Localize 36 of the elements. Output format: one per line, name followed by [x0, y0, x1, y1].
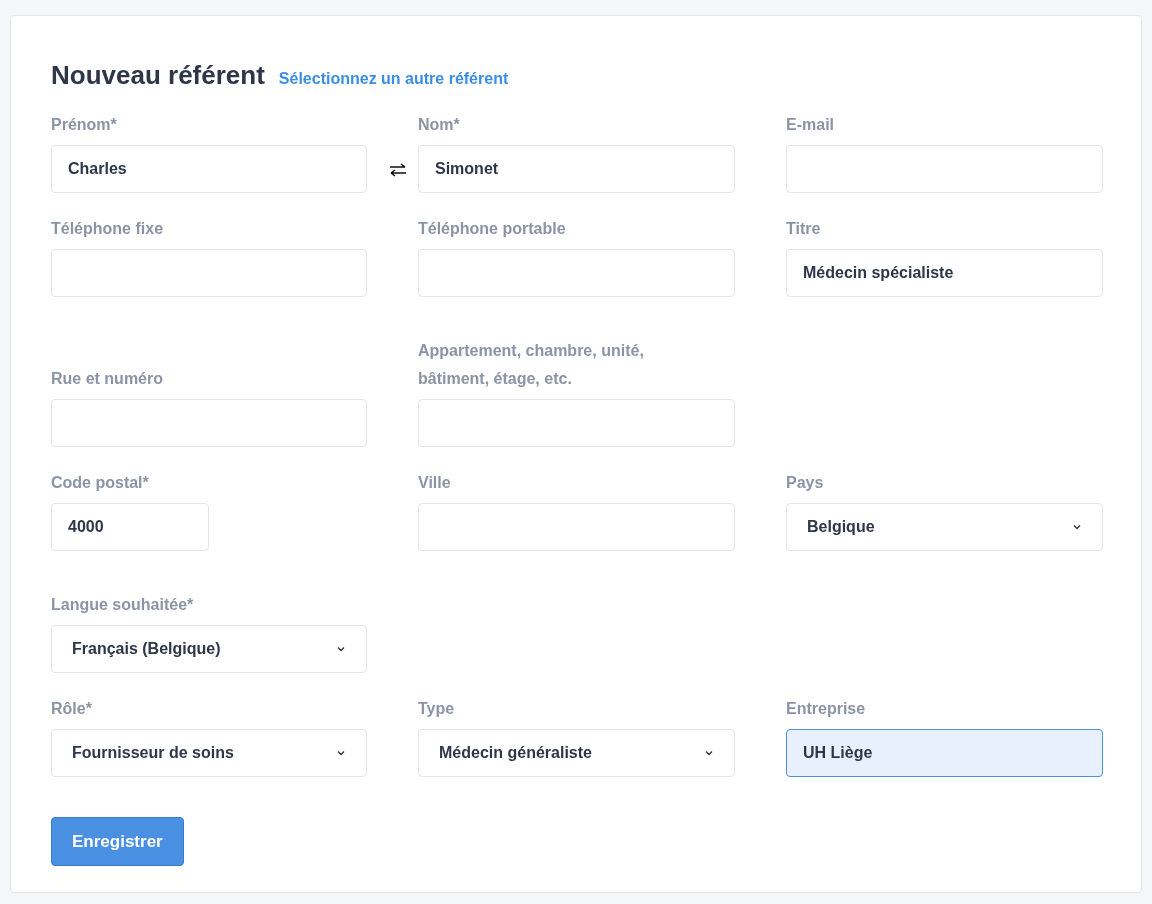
page-title: Nouveau référent — [51, 59, 265, 92]
field-label: Nom* — [418, 115, 461, 135]
field-label: Prénom* — [51, 115, 118, 135]
field-label: Téléphone fixe — [51, 219, 165, 239]
field-label: Téléphone portable — [418, 219, 567, 239]
chevron-down-icon — [1072, 522, 1082, 532]
input-field[interactable] — [418, 249, 735, 297]
input-field[interactable] — [418, 399, 735, 447]
field-label: Titre — [786, 219, 822, 239]
field-label: Langue souhaitée* — [51, 595, 195, 615]
dropdown[interactable]: Français (Belgique) — [51, 625, 367, 673]
dropdown[interactable]: Médecin généraliste — [418, 729, 735, 777]
input-field[interactable]: Charles — [51, 145, 367, 193]
chevron-down-icon — [704, 748, 714, 758]
input-field[interactable]: Simonet — [418, 145, 735, 193]
chevron-down-icon — [336, 748, 346, 758]
swap-icon[interactable] — [389, 163, 407, 177]
input-field[interactable]: Médecin spécialiste — [786, 249, 1103, 297]
input-field[interactable] — [418, 503, 735, 551]
input-field[interactable]: UH Liège — [786, 729, 1103, 777]
field-label: Type — [418, 699, 456, 719]
field-label: Rue et numéro — [51, 369, 164, 389]
field-label: Ville — [418, 473, 452, 493]
input-field[interactable] — [51, 249, 367, 297]
field-label: Code postal* — [51, 473, 150, 493]
field-label: Pays — [786, 473, 825, 493]
field-label: Entreprise — [786, 699, 867, 719]
field-label: Appartement, chambre, unité, bâtiment, étage, etc. — [418, 341, 645, 389]
input-field[interactable] — [786, 145, 1103, 193]
chevron-down-icon — [336, 644, 346, 654]
input-field[interactable]: 4000 — [51, 503, 209, 551]
dropdown[interactable]: Fournisseur de soins — [51, 729, 367, 777]
input-field[interactable] — [51, 399, 367, 447]
dropdown[interactable]: Belgique — [786, 503, 1103, 551]
field-label: E-mail — [786, 115, 835, 135]
field-label: Rôle* — [51, 699, 93, 719]
